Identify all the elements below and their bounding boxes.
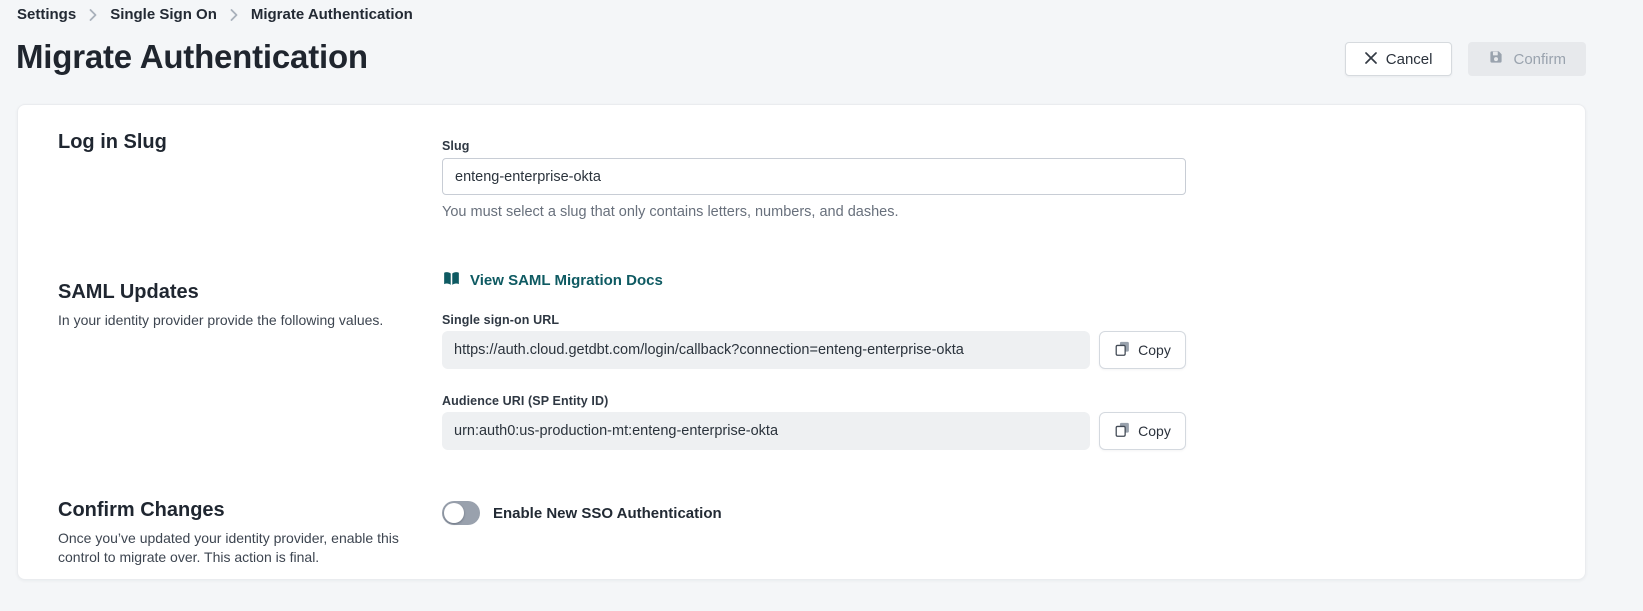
section-confirm-changes: Confirm Changes Once you’ve updated your… [18, 499, 1585, 567]
breadcrumb: Settings Single Sign On Migrate Authenti… [17, 6, 413, 23]
confirm-button-label: Confirm [1513, 51, 1566, 68]
toggle-knob [444, 503, 464, 523]
copy-audience-uri-button[interactable]: Copy [1099, 412, 1186, 450]
saml-updates-heading: SAML Updates [58, 281, 402, 304]
single-sign-on-url-value: https://auth.cloud.getdbt.com/login/call… [442, 331, 1090, 369]
copy-sso-url-button[interactable]: Copy [1099, 331, 1186, 369]
save-icon [1488, 49, 1504, 69]
breadcrumb-migrate-authentication[interactable]: Migrate Authentication [251, 6, 413, 23]
cancel-button-label: Cancel [1386, 51, 1433, 68]
x-icon [1365, 51, 1377, 68]
copy-icon [1114, 340, 1131, 360]
enable-sso-toggle[interactable] [442, 501, 480, 525]
docs-link-label: View SAML Migration Docs [470, 272, 663, 289]
view-saml-migration-docs-link[interactable]: View SAML Migration Docs [442, 270, 663, 291]
migrate-authentication-card: Log in Slug Slug You must select a slug … [17, 104, 1586, 580]
copy-icon [1114, 421, 1131, 441]
open-book-icon [442, 270, 461, 291]
audience-uri-label: Audience URI (SP Entity ID) [442, 394, 1190, 408]
copy-button-label: Copy [1138, 342, 1171, 358]
log-in-slug-heading: Log in Slug [58, 131, 402, 154]
cancel-button[interactable]: Cancel [1345, 42, 1453, 76]
chevron-right-icon [230, 9, 238, 21]
confirm-changes-description: Once you’ve updated your identity provid… [58, 529, 402, 567]
header-actions: Cancel Confirm [1345, 42, 1586, 76]
enable-sso-toggle-label: Enable New SSO Authentication [493, 505, 722, 522]
audience-uri-value: urn:auth0:us-production-mt:enteng-enterp… [442, 412, 1090, 450]
breadcrumb-single-sign-on[interactable]: Single Sign On [110, 6, 217, 23]
slug-input[interactable] [442, 158, 1186, 195]
chevron-right-icon [89, 9, 97, 21]
page-title: Migrate Authentication [16, 38, 368, 76]
section-saml-updates: SAML Updates In your identity provider p… [18, 270, 1585, 450]
confirm-button[interactable]: Confirm [1468, 42, 1586, 76]
breadcrumb-settings[interactable]: Settings [17, 6, 76, 23]
copy-button-label: Copy [1138, 423, 1171, 439]
confirm-changes-heading: Confirm Changes [58, 499, 402, 522]
slug-helper-text: You must select a slug that only contain… [442, 204, 1190, 220]
slug-label: Slug [442, 139, 1190, 153]
single-sign-on-url-label: Single sign-on URL [442, 313, 1190, 327]
saml-updates-description: In your identity provider provide the fo… [58, 311, 402, 330]
section-log-in-slug: Log in Slug Slug You must select a slug … [18, 131, 1585, 220]
